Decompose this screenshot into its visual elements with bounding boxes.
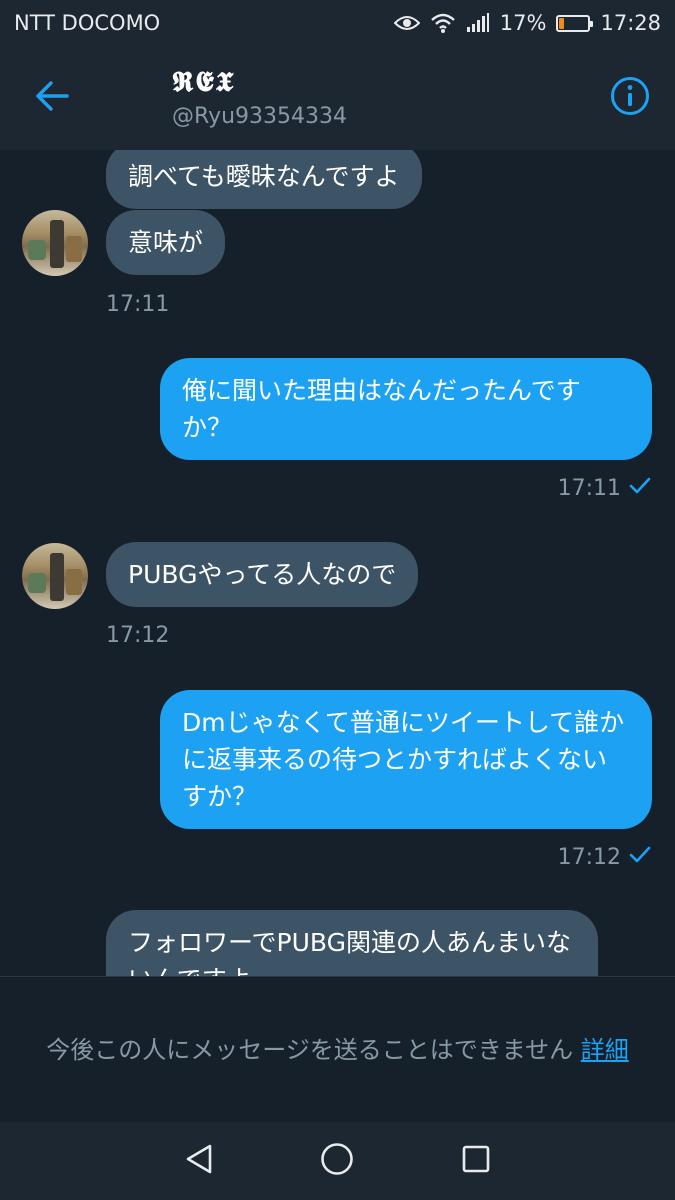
message-list[interactable]: 調べても曖昧なんですよ 意味が 17:11 俺に聞いた理由はなんだったんですか？… xyxy=(0,150,675,976)
message-bubble-incoming[interactable]: 調べても曖昧なんですよ xyxy=(106,150,422,209)
message-text: PUBGやってる人なので xyxy=(128,560,397,589)
avatar[interactable] xyxy=(22,543,88,609)
message-bubble-outgoing[interactable]: 俺に聞いた理由はなんだったんですか？ xyxy=(160,358,652,460)
details-link[interactable]: 詳細 xyxy=(581,1036,629,1064)
nav-home-button[interactable] xyxy=(313,1137,361,1185)
back-arrow-icon xyxy=(35,81,69,115)
message-bubble-incoming[interactable]: 意味が xyxy=(106,210,226,275)
signal-icon xyxy=(466,13,490,33)
info-button[interactable] xyxy=(608,76,652,120)
message-text: 俺に聞いた理由はなんだったんですか？ xyxy=(182,376,581,442)
status-bar: NTT DOCOMO 17% 17:28 xyxy=(0,0,675,46)
clock: 17:28 xyxy=(600,11,661,35)
contact-handle: @Ryu93354334 xyxy=(172,104,348,129)
message-text: Dmじゃなくて普通にツイートして誰かに返事来るの待つとかすればよくないすか？ xyxy=(182,708,625,811)
message-timestamp: 17:11 xyxy=(106,292,170,317)
back-button[interactable] xyxy=(30,76,74,120)
message-bubble-incoming[interactable]: PUBGやってる人なので xyxy=(106,542,419,607)
contact-display-name: 𝕽𝕰𝖃 xyxy=(172,65,236,98)
message-timestamp-sent: 17:12 xyxy=(558,845,651,871)
contact-title[interactable]: 𝕽𝕰𝖃 @Ryu93354334 xyxy=(172,66,347,130)
conversation-header: 𝕽𝕰𝖃 @Ryu93354334 xyxy=(0,46,675,150)
message-bubble-outgoing[interactable]: Dmじゃなくて普通にツイートして誰かに返事来るの待つとかすればよくないすか？ xyxy=(160,690,652,829)
message-timestamp: 17:11 xyxy=(557,476,621,501)
message-timestamp: 17:12 xyxy=(106,623,170,648)
carrier-label: NTT DOCOMO xyxy=(14,11,161,35)
wifi-icon xyxy=(430,12,456,34)
message-timestamp: 17:12 xyxy=(557,845,621,870)
message-timestamp-sent: 17:11 xyxy=(558,476,651,502)
checkmark-icon xyxy=(629,476,651,502)
nav-back-button[interactable] xyxy=(175,1137,223,1185)
square-recents-icon xyxy=(461,1144,491,1178)
notice-text: 今後この人にメッセージを送ることはできません 詳細 xyxy=(46,1031,628,1069)
eye-icon xyxy=(393,13,420,33)
system-nav-bar xyxy=(0,1122,675,1200)
battery-fill xyxy=(559,17,565,29)
message-text: フォロワーでPUBG関連の人あんまいないんですよ xyxy=(128,928,571,976)
notice-message: 今後この人にメッセージを送ることはできません xyxy=(46,1035,574,1064)
message-bubble-incoming[interactable]: フォロワーでPUBG関連の人あんまいないんですよ xyxy=(106,910,598,976)
avatar[interactable] xyxy=(22,210,88,276)
battery-icon xyxy=(556,14,594,32)
info-icon xyxy=(610,76,650,120)
triangle-back-icon xyxy=(184,1143,214,1179)
nav-recents-button[interactable] xyxy=(452,1137,500,1185)
battery-percent: 17% xyxy=(499,11,547,35)
message-text: 調べても曖昧なんですよ xyxy=(128,162,400,191)
status-icons: 17% 17:28 xyxy=(393,11,661,35)
circle-home-icon xyxy=(320,1142,354,1180)
checkmark-icon xyxy=(629,845,651,871)
message-text: 意味が xyxy=(128,228,204,257)
cannot-message-notice: 今後この人にメッセージを送ることはできません 詳細 xyxy=(0,976,675,1122)
